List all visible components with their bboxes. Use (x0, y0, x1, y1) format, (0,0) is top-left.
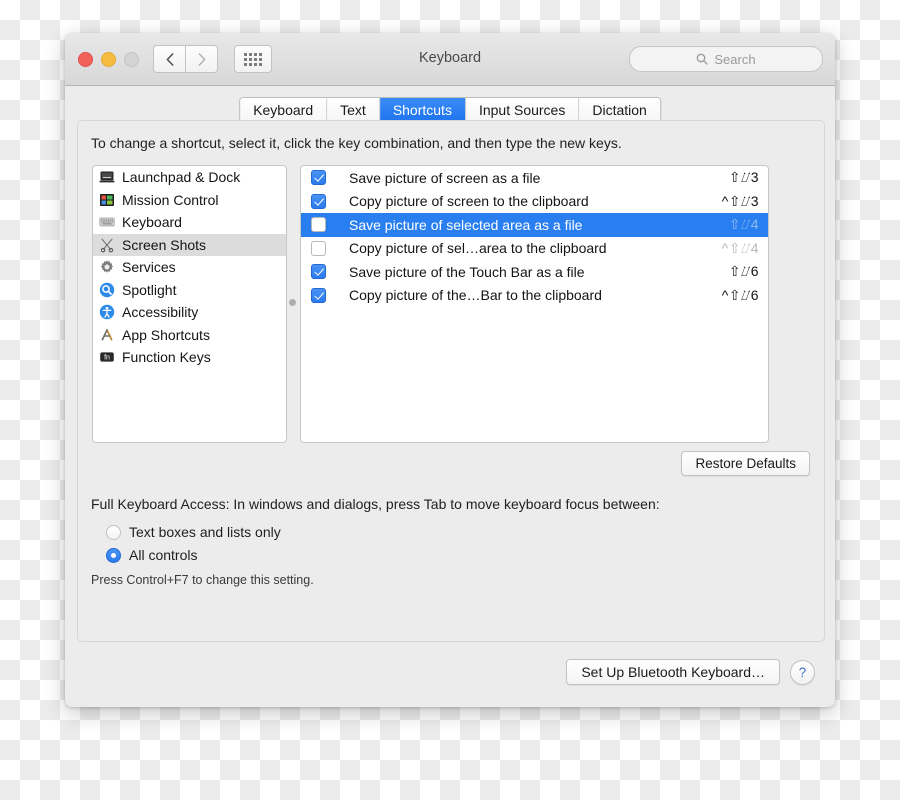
tab-text[interactable]: Text (327, 98, 380, 122)
chevron-right-icon (198, 52, 205, 66)
shortcut-keys[interactable]: ^⇧⌰3 (722, 193, 759, 210)
sidebar-item-label: Screen Shots (122, 236, 207, 253)
spotlight-icon (99, 282, 115, 298)
shortcut-checkbox[interactable] (311, 287, 326, 303)
sidebar-item-function-keys[interactable]: fn Function Keys (93, 346, 286, 369)
shortcut-checkbox[interactable] (311, 217, 326, 233)
restore-defaults-button[interactable]: Restore Defaults (681, 451, 810, 476)
control-f7-note: Press Control+F7 to change this setting. (91, 573, 314, 587)
shortcut-label: Copy picture of sel…area to the clipboar… (349, 240, 607, 257)
shortcut-keys[interactable]: ⇧⌰6 (729, 263, 759, 280)
tab-shortcuts[interactable]: Shortcuts (379, 98, 466, 122)
full-keyboard-access-label: Full Keyboard Access: In windows and dia… (91, 496, 660, 512)
navigation-buttons (153, 45, 218, 73)
fn-key-icon: fn (99, 349, 115, 365)
keyboard-preferences-window: Keyboard Search Keyboard Text Shortcuts … (65, 33, 835, 707)
show-all-button[interactable] (234, 45, 272, 73)
accessibility-icon (99, 304, 115, 320)
svg-text:fn: fn (104, 355, 110, 362)
search-input[interactable]: Search (629, 46, 823, 72)
set-up-bluetooth-keyboard-button[interactable]: Set Up Bluetooth Keyboard… (566, 659, 780, 685)
instruction-text: To change a shortcut, select it, click t… (91, 135, 622, 151)
sidebar-item-label: App Shortcuts (122, 326, 210, 343)
shortcut-checkbox[interactable] (311, 170, 326, 186)
radio-text-boxes-and-lists-only[interactable]: Text boxes and lists only (106, 524, 281, 540)
show-all-grid-icon (244, 52, 262, 66)
table-row[interactable]: Save picture of selected area as a file … (301, 213, 768, 237)
shortcut-keys[interactable]: ⇧⌰4 (729, 216, 759, 233)
shortcut-label: Save picture of selected area as a file (349, 216, 583, 233)
category-list[interactable]: Launchpad & Dock Mission Control Keyboar… (92, 165, 287, 443)
sidebar-item-keyboard[interactable]: Keyboard (93, 211, 286, 234)
sidebar-item-label: Keyboard (122, 214, 182, 231)
close-button[interactable] (78, 52, 93, 67)
table-row[interactable]: Copy picture of sel…area to the clipboar… (301, 237, 768, 261)
help-button[interactable]: ? (790, 660, 815, 685)
sidebar-item-label: Function Keys (122, 349, 211, 366)
zoom-button[interactable] (124, 52, 139, 67)
sidebar-item-label: Accessibility (122, 304, 199, 321)
sidebar-item-label: Mission Control (122, 191, 219, 208)
shortcut-label: Copy picture of the…Bar to the clipboard (349, 287, 602, 304)
mission-control-icon (99, 192, 115, 208)
shortcuts-pane: To change a shortcut, select it, click t… (77, 120, 825, 642)
sidebar-item-services[interactable]: Services (93, 256, 286, 279)
traffic-lights (78, 52, 139, 67)
table-row[interactable]: Save picture of the Touch Bar as a file … (301, 260, 768, 284)
panel-splitter-handle[interactable] (289, 299, 296, 306)
tab-input-sources[interactable]: Input Sources (465, 98, 580, 122)
sidebar-item-screen-shots[interactable]: Screen Shots (93, 233, 286, 256)
keyboard-icon (99, 214, 115, 230)
shortcut-label: Copy picture of screen to the clipboard (349, 193, 589, 210)
minimize-button[interactable] (101, 52, 116, 67)
radio-all-controls[interactable]: All controls (106, 547, 197, 563)
shortcut-checkbox[interactable] (311, 193, 326, 209)
gear-icon (99, 259, 115, 275)
sidebar-item-label: Services (122, 259, 176, 276)
search-icon (697, 53, 709, 65)
app-shortcuts-icon (99, 327, 115, 343)
table-row[interactable]: Copy picture of screen to the clipboard … (301, 190, 768, 214)
radio-label: All controls (129, 547, 198, 563)
radio-label: Text boxes and lists only (129, 524, 281, 540)
sidebar-item-accessibility[interactable]: Accessibility (93, 301, 286, 324)
radio-button[interactable] (106, 547, 121, 563)
shortcut-keys[interactable]: ⇧⌰3 (729, 169, 759, 186)
forward-button[interactable] (186, 45, 218, 73)
table-row[interactable]: Copy picture of the…Bar to the clipboard… (301, 284, 768, 308)
scissors-icon (99, 237, 115, 253)
back-button[interactable] (153, 45, 186, 73)
window-titlebar: Keyboard Search (65, 33, 835, 86)
table-row[interactable]: Save picture of screen as a file ⇧⌰3 (301, 166, 768, 190)
sidebar-item-label: Launchpad & Dock (122, 169, 241, 186)
search-placeholder: Search (714, 51, 756, 67)
sidebar-item-mission-control[interactable]: Mission Control (93, 189, 286, 212)
laptop-icon (99, 169, 115, 185)
sidebar-item-launchpad-dock[interactable]: Launchpad & Dock (93, 166, 286, 189)
sidebar-item-spotlight[interactable]: Spotlight (93, 279, 286, 302)
shortcut-label: Save picture of the Touch Bar as a file (349, 263, 585, 280)
shortcut-checkbox[interactable] (311, 240, 326, 256)
shortcut-checkbox[interactable] (311, 264, 326, 280)
shortcut-keys[interactable]: ^⇧⌰4 (722, 240, 759, 257)
tab-dictation[interactable]: Dictation (579, 98, 660, 122)
sidebar-item-app-shortcuts[interactable]: App Shortcuts (93, 324, 286, 347)
chevron-left-icon (166, 52, 173, 66)
shortcut-label: Save picture of screen as a file (349, 169, 541, 186)
shortcut-keys[interactable]: ^⇧⌰6 (722, 287, 759, 304)
radio-button[interactable] (106, 524, 121, 540)
tab-keyboard[interactable]: Keyboard (240, 98, 328, 122)
shortcut-list[interactable]: Save picture of screen as a file ⇧⌰3 Cop… (300, 165, 769, 443)
sidebar-item-label: Spotlight (122, 281, 177, 298)
